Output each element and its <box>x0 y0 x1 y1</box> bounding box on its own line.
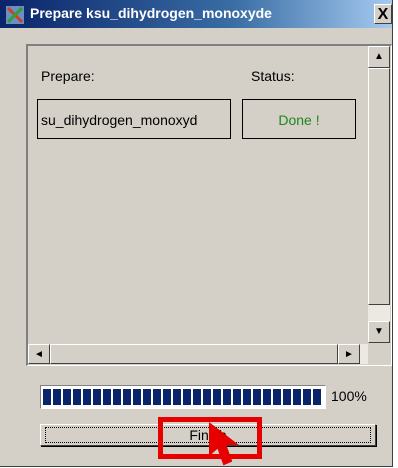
progress-fill <box>43 389 323 405</box>
status-header: Status: <box>251 68 295 84</box>
scroll-up-button[interactable]: ▲ <box>368 46 390 68</box>
status-badge: Done ! <box>242 99 356 139</box>
horizontal-scroll-thumb[interactable] <box>50 344 338 364</box>
title-bar[interactable]: Prepare ksu_dihydrogen_monoxyde X <box>0 0 392 28</box>
progress-bar <box>40 385 326 409</box>
arrow-up-icon: ▲ <box>374 51 384 62</box>
scroll-right-button[interactable]: ► <box>338 344 360 364</box>
finish-button[interactable]: Finish <box>40 424 376 446</box>
vertical-scrollbar[interactable]: ▲ ▼ <box>368 46 390 343</box>
close-button[interactable]: X <box>374 4 392 24</box>
arrow-left-icon: ◄ <box>34 349 44 360</box>
scrollbar-corner <box>368 344 390 364</box>
item-name-field: su_dihydrogen_monoxyd <box>37 99 231 139</box>
prepare-header: Prepare: <box>41 68 95 84</box>
arrow-right-icon: ► <box>344 349 354 360</box>
vertical-scroll-thumb[interactable] <box>368 68 390 305</box>
prepare-dialog: Prepare ksu_dihydrogen_monoxyde X Prepar… <box>0 0 393 467</box>
prepare-list-panel: Prepare: Status: su_dihydrogen_monoxyd D… <box>26 44 392 366</box>
scroll-down-button[interactable]: ▼ <box>368 321 390 343</box>
window-title: Prepare ksu_dihydrogen_monoxyde <box>30 5 272 21</box>
focus-ring <box>45 427 371 443</box>
arrow-down-icon: ▼ <box>374 326 384 337</box>
app-icon <box>6 6 24 24</box>
scroll-left-button[interactable]: ◄ <box>28 344 50 364</box>
horizontal-scrollbar[interactable]: ◄ ► <box>28 344 368 364</box>
progress-percent: 100% <box>331 388 367 404</box>
